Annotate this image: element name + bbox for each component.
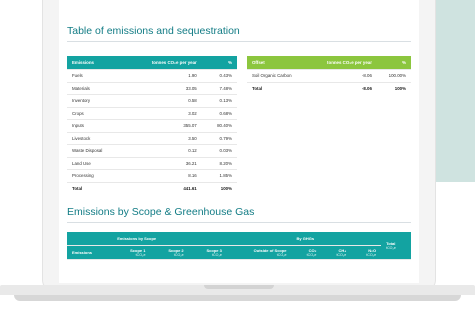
total-value: 441.61 <box>183 185 197 191</box>
col-header-empty <box>67 232 113 246</box>
row-percent: 0.03% <box>201 144 237 158</box>
row-value: -8.06 <box>308 69 377 83</box>
total-label: Total <box>252 85 263 91</box>
row-label: Crops <box>67 107 125 120</box>
total-percent: 100% <box>220 185 232 191</box>
row-label: Waste Disposal <box>67 144 125 158</box>
row-percent: 7.48% <box>201 82 237 95</box>
table-header-row: Offset tonnes CO₂e per year % <box>247 56 411 70</box>
total-row: Total -8.06 100% <box>247 82 411 94</box>
row-percent: 0.79% <box>201 132 237 145</box>
row-percent: 100.00% <box>376 69 411 83</box>
offset-table: Offset tonnes CO₂e per year % Soil Organ… <box>247 56 411 94</box>
table-row: Land Use 36.21 8.20% <box>67 157 237 170</box>
scope-col-header: Scope 3 tCO₂e <box>188 245 227 260</box>
scope-section-title: Emissions by Scope & Greenhouse Gas <box>67 206 255 218</box>
row-percent: 0.43% <box>201 69 237 83</box>
table-row: Livestock 3.50 0.79% <box>67 132 237 145</box>
row-value: 8.16 <box>124 169 202 183</box>
row-label: Soil Organic Carbon <box>247 69 309 83</box>
col-header: Emissions <box>67 56 125 70</box>
laptop-base-bottom <box>14 295 461 301</box>
laptop-screen: Table of emissions and sequestration Emi… <box>59 0 419 283</box>
table-row: Processing 8.16 1.85% <box>67 169 237 183</box>
col-header: % <box>201 56 237 70</box>
table-header-row: Emissions Scope 1 tCO₂e Scope 2 tCO₂e Scop… <box>67 245 411 260</box>
row-label: Processing <box>67 169 125 183</box>
row-label: Land Use <box>67 157 125 170</box>
row-value: 1.90 <box>124 69 202 83</box>
table-header-row: Emissions tonnes CO₂e per year % <box>67 56 237 70</box>
row-value: 3.02 <box>124 107 202 120</box>
table-row: Crops 3.02 0.68% <box>67 107 237 120</box>
table-row: Materials 33.05 7.48% <box>67 82 237 95</box>
row-header: Emissions <box>67 245 113 260</box>
group-header-ghg: By GHGs <box>291 232 382 246</box>
col-header: Offset <box>247 56 309 70</box>
row-label: Livestock <box>67 132 125 145</box>
total-label: Total <box>72 185 83 191</box>
row-percent: 0.13% <box>201 94 237 108</box>
row-label: Fuels <box>67 69 125 83</box>
total-row: Total 441.61 100% <box>67 182 237 194</box>
col-header: tonnes CO₂e per year <box>308 56 377 70</box>
row-percent: 1.85% <box>201 169 237 183</box>
emissions-section-title: Table of emissions and sequestration <box>67 25 240 37</box>
scope-col-header: Outside of Scope tCO₂e <box>226 245 292 260</box>
row-value: 3.50 <box>124 132 202 145</box>
total-value: -8.06 <box>361 85 372 91</box>
ghg-col-header: CO₂ tCO₂e <box>291 245 322 260</box>
row-value: 0.58 <box>124 94 202 108</box>
table-row: Waste Disposal 0.12 0.03% <box>67 144 237 158</box>
row-value: 355.07 <box>124 119 202 133</box>
col-header: % <box>376 56 411 70</box>
ghg-col-header: CH₄ tCO₂e <box>321 245 352 260</box>
row-label: Inputs <box>67 119 125 133</box>
row-percent: 0.68% <box>201 107 237 120</box>
col-header: tonnes CO₂e per year <box>124 56 202 70</box>
scope-col-header: Scope 2 tCO₂e <box>150 245 189 260</box>
table-header-row: Emissions by Scope By GHGs Total tCO₂e <box>67 232 411 260</box>
row-percent: 8.20% <box>201 157 237 170</box>
laptop-notch <box>204 285 274 289</box>
total-percent: 100% <box>394 85 406 91</box>
table-row: Fuels 1.90 0.43% <box>67 69 237 83</box>
emissions-table: Emissions tonnes CO₂e per year % Fuels 1.… <box>67 56 237 194</box>
section-divider <box>67 41 411 42</box>
section-divider <box>67 222 411 223</box>
row-label: Inventory <box>67 94 125 108</box>
total-col-header: Total tCO₂e <box>381 232 411 260</box>
table-row: Inventory 0.58 0.13% <box>67 94 237 108</box>
scope-col-header: Scope 1 tCO₂e <box>112 245 151 260</box>
row-value: 33.05 <box>124 82 202 95</box>
scope-table: Emissions by Scope By GHGs Total tCO₂e Em… <box>67 232 411 260</box>
laptop-base <box>0 285 475 303</box>
row-label: Materials <box>67 82 125 95</box>
row-percent: 80.40% <box>201 119 237 133</box>
row-value: 36.21 <box>124 157 202 170</box>
row-value: 0.12 <box>124 144 202 158</box>
table-row: Soil Organic Carbon -8.06 100.00% <box>247 69 411 83</box>
table-row: Inputs 355.07 80.40% <box>67 119 237 133</box>
ghg-col-header: N₂O tCO₂e <box>351 245 382 260</box>
group-header-scope: Emissions by Scope <box>112 232 292 246</box>
